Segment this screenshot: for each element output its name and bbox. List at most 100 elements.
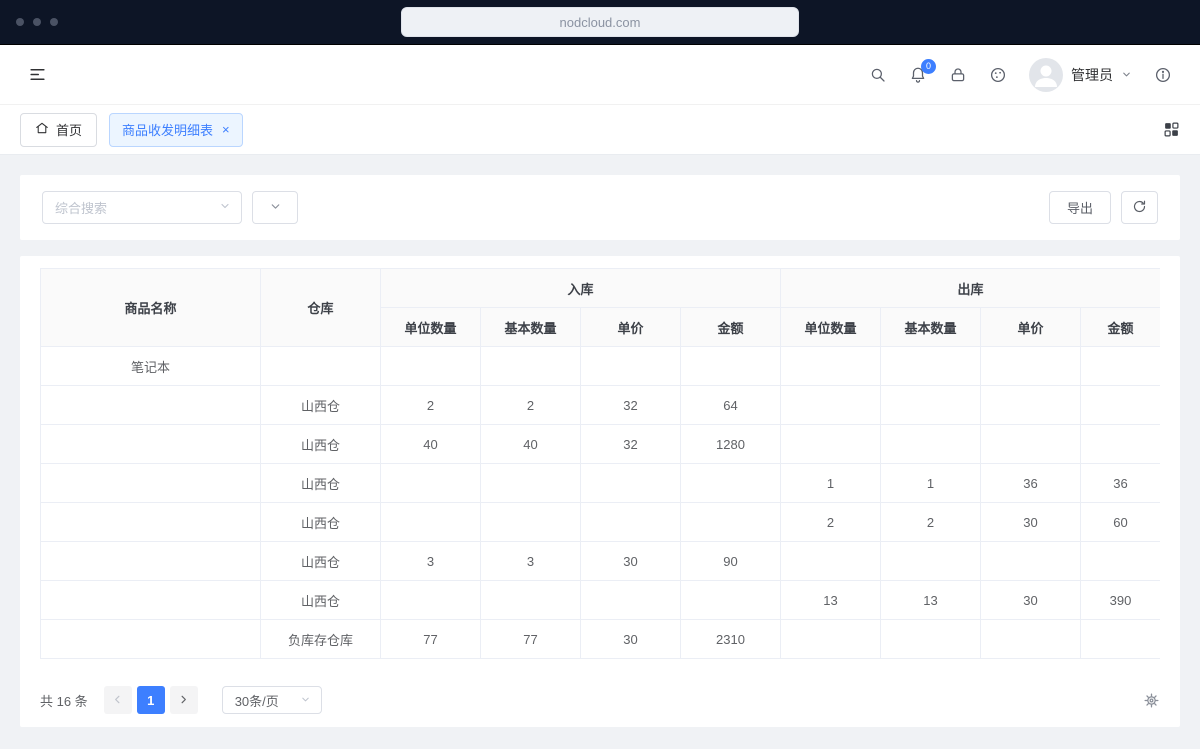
- table-cell: 山西仓: [261, 503, 381, 542]
- table-cell: 60: [1081, 503, 1160, 542]
- table-cell: [681, 581, 781, 620]
- table-cell: [681, 347, 781, 386]
- settings-button[interactable]: [1143, 692, 1160, 709]
- table-cell: [381, 503, 481, 542]
- table-cell: 1: [781, 464, 881, 503]
- table-row: 山西仓113636: [41, 464, 1161, 503]
- chevron-down-icon: [1121, 67, 1132, 83]
- table-cell: [261, 347, 381, 386]
- search-select-placeholder: 综合搜索: [55, 198, 107, 217]
- table-cell: [381, 347, 481, 386]
- menu-toggle-button[interactable]: [28, 65, 47, 84]
- table-row: 山西仓131330390: [41, 581, 1161, 620]
- table-cell: 1280: [681, 425, 781, 464]
- table-cell: [381, 464, 481, 503]
- tab-bar: 首页 商品收发明细表 ×: [0, 105, 1200, 155]
- table-cell: 2: [481, 386, 581, 425]
- search-button[interactable]: [869, 66, 887, 84]
- table-cell: 390: [1081, 581, 1160, 620]
- window-dot[interactable]: [16, 18, 24, 26]
- column-group-outbound: 出库: [781, 269, 1160, 308]
- table-cell: 30: [581, 542, 681, 581]
- table-cell: [681, 503, 781, 542]
- table-cell: [981, 425, 1081, 464]
- table-cell: 2: [381, 386, 481, 425]
- table-row: 山西仓4040321280: [41, 425, 1161, 464]
- table-cell: [41, 464, 261, 503]
- table-cell: 64: [681, 386, 781, 425]
- notifications-button[interactable]: 0: [909, 66, 927, 84]
- table-cell: 3: [381, 542, 481, 581]
- table-row: 山西仓333090: [41, 542, 1161, 581]
- home-icon: [35, 121, 49, 138]
- header-actions: 0: [869, 58, 1172, 92]
- browser-address-bar[interactable]: nodcloud.com: [401, 7, 799, 37]
- notification-badge: 0: [921, 59, 936, 74]
- refresh-button[interactable]: [1121, 191, 1158, 224]
- info-button[interactable]: [1154, 66, 1172, 84]
- column-header-product: 商品名称: [41, 269, 261, 347]
- tab-active[interactable]: 商品收发明细表 ×: [109, 113, 243, 147]
- table-cell: 40: [481, 425, 581, 464]
- table-cell: [981, 386, 1081, 425]
- table-cell: 1: [881, 464, 981, 503]
- theme-button[interactable]: [989, 66, 1007, 84]
- tab-home[interactable]: 首页: [20, 113, 97, 147]
- table-body: 笔记本山西仓223264山西仓4040321280山西仓113636山西仓223…: [41, 347, 1161, 659]
- lock-icon: [949, 66, 967, 84]
- table-row: 笔记本: [41, 347, 1161, 386]
- refresh-icon: [1132, 199, 1147, 217]
- browser-topbar: nodcloud.com: [0, 0, 1200, 45]
- info-icon: [1154, 66, 1172, 84]
- table-cell: [581, 503, 681, 542]
- table-cell: 30: [981, 503, 1081, 542]
- search-type-select[interactable]: 综合搜索: [42, 191, 242, 224]
- table-cell: [981, 347, 1081, 386]
- window-dot[interactable]: [33, 18, 41, 26]
- page-size-select[interactable]: 30条/页: [222, 686, 322, 714]
- next-page-button[interactable]: [170, 686, 198, 714]
- table-cell: [41, 425, 261, 464]
- layout-grid-icon: [1163, 121, 1180, 138]
- pagination-total: 共 16 条: [40, 691, 88, 710]
- search-toolbar: 综合搜索 导出: [20, 175, 1180, 240]
- chevron-down-icon: [269, 200, 282, 216]
- table-cell: 山西仓: [261, 425, 381, 464]
- table-cell: [581, 581, 681, 620]
- table-cell: [1081, 347, 1160, 386]
- page-number-button[interactable]: 1: [137, 686, 165, 714]
- export-button[interactable]: 导出: [1049, 191, 1111, 224]
- table-cell: 3: [481, 542, 581, 581]
- table-cell: [981, 542, 1081, 581]
- lock-button[interactable]: [949, 66, 967, 84]
- user-menu[interactable]: 管理员: [1029, 58, 1132, 92]
- prev-page-button[interactable]: [104, 686, 132, 714]
- table-cell: 山西仓: [261, 581, 381, 620]
- window-dot[interactable]: [50, 18, 58, 26]
- table-cell: [481, 347, 581, 386]
- table-cell: 13: [781, 581, 881, 620]
- table-cell: [881, 347, 981, 386]
- table-cell: [781, 542, 881, 581]
- column-header: 金额: [1081, 308, 1160, 347]
- expand-filters-button[interactable]: [252, 191, 298, 224]
- table-cell: [781, 425, 881, 464]
- chevron-right-icon: [178, 693, 189, 708]
- table-scroll-area[interactable]: 商品名称 仓库 入库 出库 单位数量基本数量单价金额单位数量基本数量单价金额 笔…: [40, 268, 1160, 670]
- layout-grid-button[interactable]: [1163, 121, 1180, 138]
- table-cell: 77: [481, 620, 581, 659]
- table-cell: 36: [981, 464, 1081, 503]
- table-cell: [1081, 620, 1160, 659]
- column-header: 基本数量: [881, 308, 981, 347]
- table-group-header-row: 商品名称 仓库 入库 出库: [41, 269, 1161, 308]
- close-icon[interactable]: ×: [222, 123, 230, 136]
- gear-icon: [1143, 692, 1160, 709]
- column-header: 单价: [581, 308, 681, 347]
- chevron-left-icon: [112, 693, 123, 708]
- tab-home-label: 首页: [56, 120, 82, 139]
- search-icon: [869, 66, 887, 84]
- table-cell: [881, 620, 981, 659]
- table-row: 山西仓223264: [41, 386, 1161, 425]
- table-cell: [481, 503, 581, 542]
- table-cell: [781, 347, 881, 386]
